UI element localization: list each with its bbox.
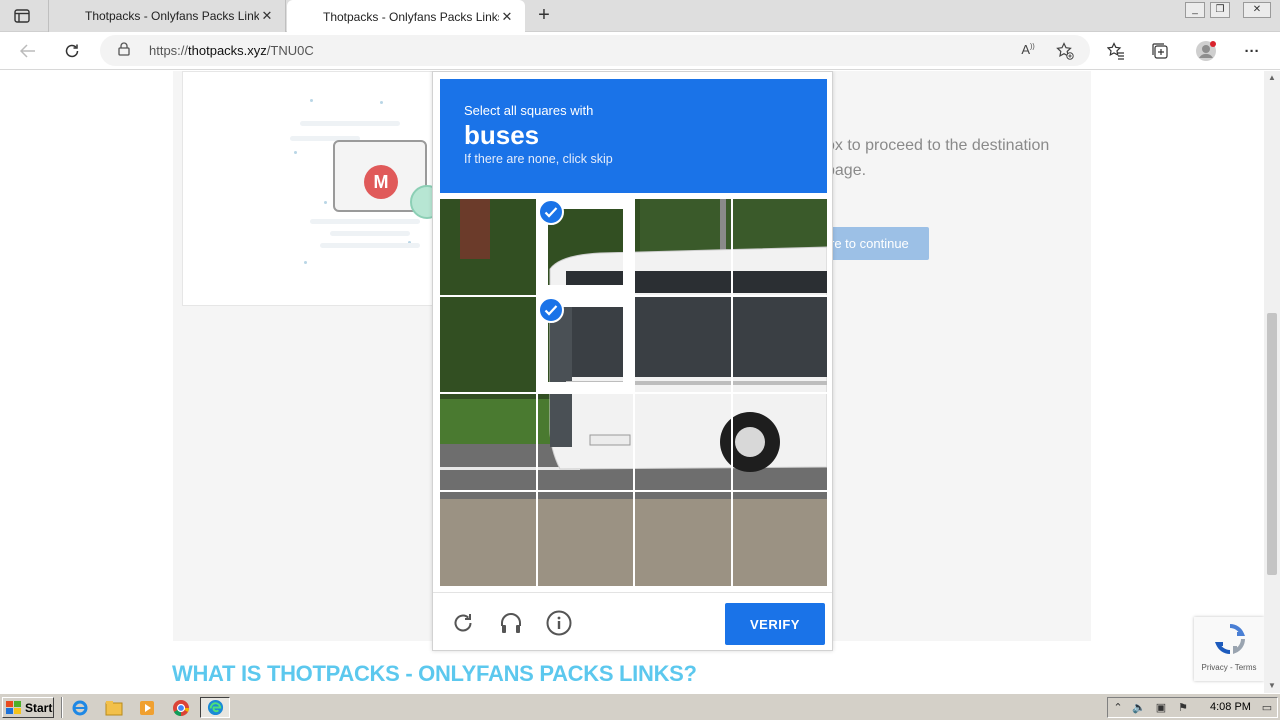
file-explorer-icon[interactable] <box>104 698 124 718</box>
captcha-tile[interactable] <box>635 491 731 588</box>
captcha-tile[interactable] <box>440 199 536 295</box>
captcha-subtext: If there are none, click skip <box>464 152 613 166</box>
clock[interactable]: 4:08 PM <box>1210 701 1251 713</box>
captcha-tile[interactable] <box>440 394 536 490</box>
url-text: https://thotpacks.xyz/TNU0C <box>149 43 314 58</box>
volume-icon[interactable]: 🔈 <box>1132 701 1146 715</box>
instruction-text: ox to proceed to the destination page. <box>826 137 1050 179</box>
tab-title: Thotpacks - Onlyfans Packs Links <box>85 9 259 23</box>
captcha-tile[interactable] <box>537 296 634 393</box>
restore-icon[interactable]: ❐ <box>1210 2 1230 18</box>
windows-logo-icon <box>6 700 21 714</box>
add-favorite-icon[interactable] <box>1055 42 1075 60</box>
captcha-tile[interactable] <box>440 491 536 588</box>
captcha-tile-image <box>732 394 829 490</box>
captcha-tile-image <box>635 394 731 490</box>
internet-explorer-icon[interactable] <box>70 698 90 718</box>
tab-strip: Thotpacks - Onlyfans Packs Links ✕ Thotp… <box>0 0 1280 33</box>
back-arrow-icon[interactable] <box>15 39 41 63</box>
network-icon[interactable]: ▣ <box>1154 701 1168 715</box>
new-tab-plus-icon[interactable]: + <box>533 5 555 27</box>
url-path: /TNU0C <box>266 43 314 58</box>
scroll-thumb[interactable] <box>1267 313 1277 575</box>
captcha-tile[interactable] <box>537 394 633 490</box>
captcha-tile-image <box>440 491 536 588</box>
lock-icon[interactable] <box>118 42 130 61</box>
browser-toolbar: https://thotpacks.xyz/TNU0C A)) ··· <box>0 32 1280 70</box>
collections-icon[interactable] <box>1149 40 1171 62</box>
address-bar[interactable]: https://thotpacks.xyz/TNU0C A)) <box>100 35 1090 66</box>
captcha-tile[interactable] <box>732 199 829 295</box>
show-desktop-icon[interactable]: ▭ <box>1260 701 1274 715</box>
captcha-header: Select all squares with buses If there a… <box>440 79 827 193</box>
info-icon[interactable] <box>545 609 573 637</box>
page-scrollbar[interactable]: ▲ ▼ <box>1264 71 1280 693</box>
captcha-tile-image <box>635 199 731 295</box>
captcha-tile[interactable] <box>440 296 536 392</box>
recaptcha-badge-text[interactable]: Privacy - Terms <box>1202 663 1257 672</box>
captcha-tile-image <box>537 394 633 490</box>
captcha-tile-image <box>732 296 829 392</box>
captcha-challenge: Select all squares with buses If there a… <box>432 71 833 651</box>
verify-button[interactable]: VERIFY <box>725 603 825 645</box>
captcha-tile-image <box>635 296 731 392</box>
page-viewport: M ox to proceed to the destination page.… <box>0 71 1264 693</box>
window-close-icon[interactable]: ✕ <box>1243 2 1271 18</box>
chrome-icon[interactable] <box>171 698 191 718</box>
minimize-icon[interactable]: _ <box>1185 2 1205 18</box>
captcha-tile[interactable] <box>635 394 731 490</box>
captcha-tile-image <box>440 296 536 392</box>
captcha-tile-image <box>440 199 536 295</box>
captcha-tile[interactable] <box>732 296 829 392</box>
captcha-tile[interactable] <box>537 491 633 588</box>
continue-button[interactable]: re to continue <box>826 227 929 260</box>
captcha-tile-image <box>732 491 829 588</box>
reload-icon[interactable] <box>449 609 477 637</box>
captcha-tile[interactable] <box>537 199 634 295</box>
show-hidden-icons-icon[interactable]: ⌃ <box>1111 701 1125 715</box>
captcha-grid <box>440 199 827 586</box>
close-icon[interactable]: ✕ <box>259 8 275 24</box>
tab-actions-icon[interactable] <box>10 6 34 26</box>
taskbar: Start ⌃ 🔈 ▣ ⚑ 4:08 PM ▭ <box>0 693 1280 720</box>
edge-taskbar-button[interactable] <box>200 697 230 718</box>
captcha-tile-image <box>732 199 829 295</box>
captcha-instruction: Select all squares with <box>464 103 594 118</box>
scroll-up-icon[interactable]: ▲ <box>1264 71 1280 85</box>
action-center-flag-icon[interactable]: ⚑ <box>1176 701 1190 715</box>
captcha-tile[interactable] <box>635 296 731 392</box>
tab-active[interactable]: Thotpacks - Onlyfans Packs Links ✕ <box>287 0 525 33</box>
read-aloud-icon[interactable]: A)) <box>1018 42 1038 60</box>
start-label: Start <box>25 700 53 715</box>
refresh-icon[interactable] <box>59 39 85 63</box>
scroll-down-icon[interactable]: ▼ <box>1264 679 1280 693</box>
favorites-icon[interactable] <box>1105 40 1127 62</box>
system-tray: ⌃ 🔈 ▣ ⚑ 4:08 PM ▭ <box>1107 697 1278 718</box>
profile-avatar-icon[interactable] <box>1195 40 1217 62</box>
captcha-tile-image <box>537 491 633 588</box>
captcha-tile[interactable] <box>732 491 829 588</box>
tab-inactive[interactable]: Thotpacks - Onlyfans Packs Links ✕ <box>48 0 286 32</box>
checkmark-icon <box>537 296 564 323</box>
captcha-tile-image <box>440 394 536 490</box>
captcha-object: buses <box>464 120 540 150</box>
url-domain: thotpacks.xyz <box>188 43 267 58</box>
section-heading: WHAT IS THOTPACKS - ONLYFANS PACKS LINKS… <box>172 661 697 686</box>
recaptcha-badge[interactable]: Privacy - Terms <box>1194 617 1264 681</box>
close-icon[interactable]: ✕ <box>499 9 515 25</box>
captcha-tile[interactable] <box>732 394 829 490</box>
start-button[interactable]: Start <box>2 697 54 718</box>
watermark-logo: ANY RUN <box>1038 683 1261 693</box>
captcha-tile-image <box>635 491 731 588</box>
url-prefix: https:// <box>149 43 189 58</box>
captcha-footer: VERIFY <box>433 592 832 651</box>
more-menu-icon[interactable]: ··· <box>1241 40 1263 62</box>
taskbar-separator <box>61 697 63 718</box>
checkmark-icon <box>537 199 564 225</box>
audio-headphones-icon[interactable] <box>497 609 525 637</box>
tab-title: Thotpacks - Onlyfans Packs Links <box>323 9 499 24</box>
captcha-tile[interactable] <box>635 199 731 295</box>
mega-logo-icon: M <box>364 165 398 199</box>
media-player-icon[interactable] <box>137 698 157 718</box>
